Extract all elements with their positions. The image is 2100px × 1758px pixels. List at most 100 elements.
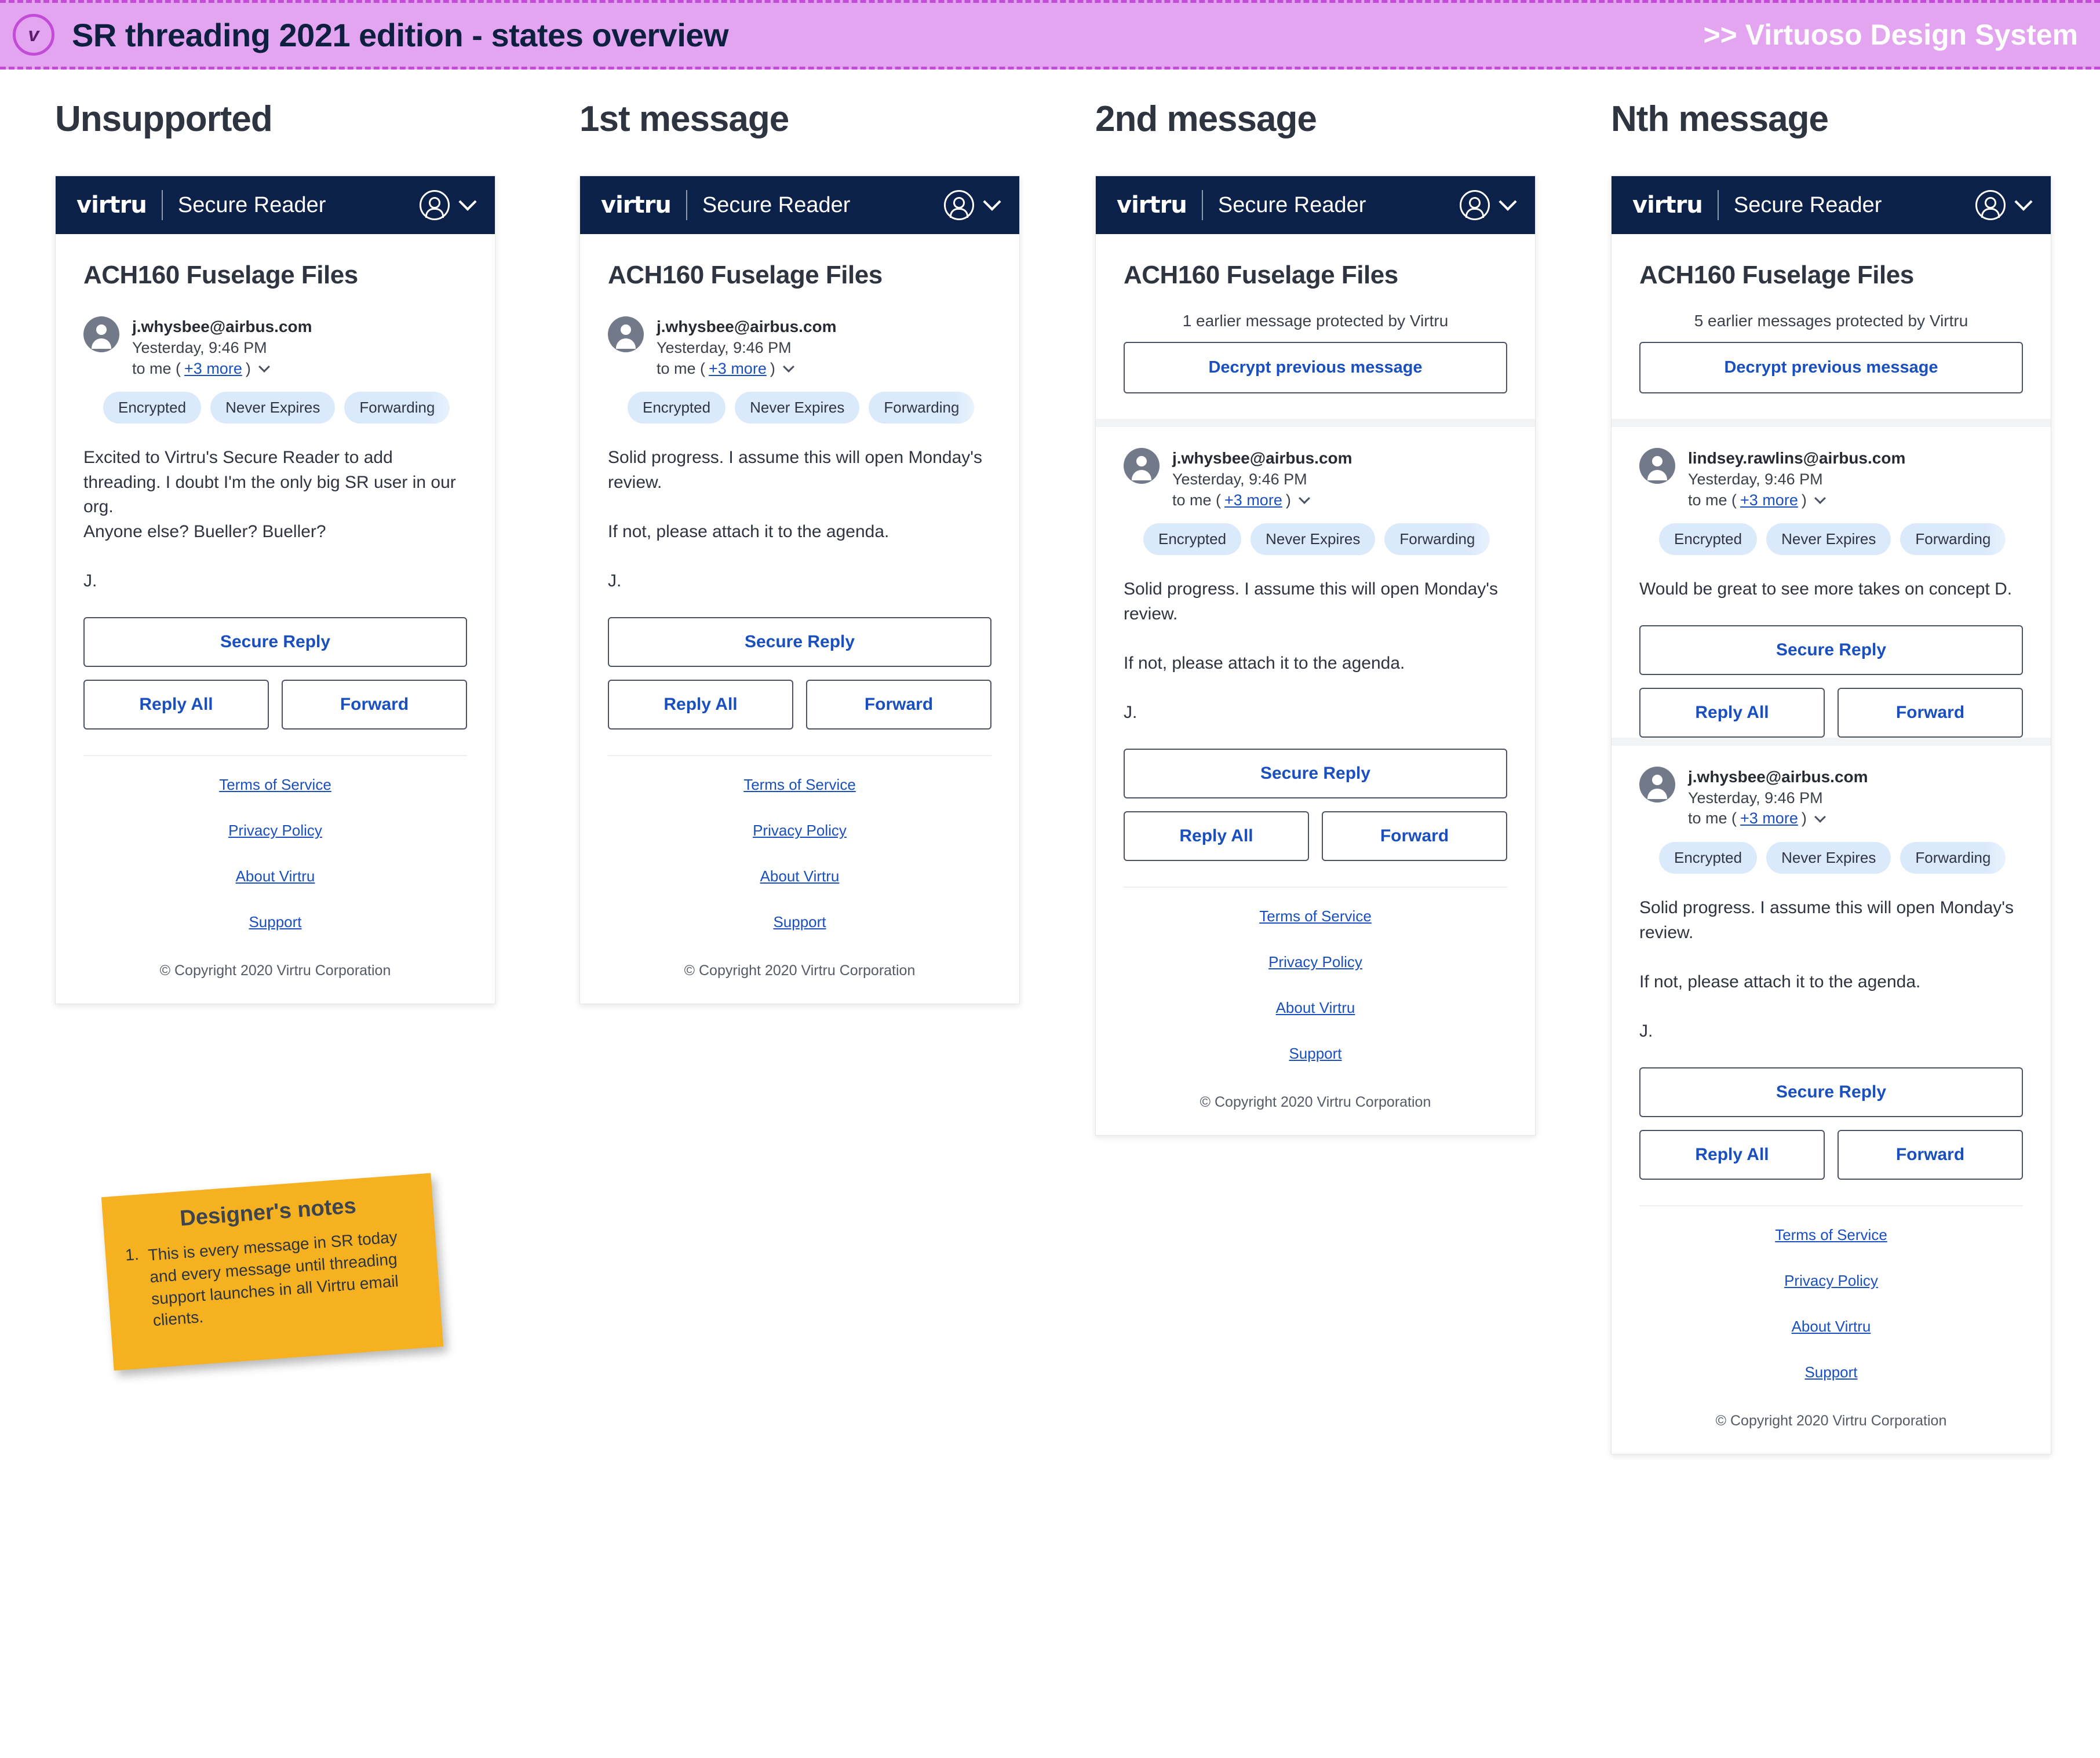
sender-meta: j.whysbee@airbus.com Yesterday, 9:46 PM … [132, 316, 312, 379]
recipients-suffix: ) [1285, 491, 1291, 509]
user-circle-icon[interactable] [420, 190, 450, 220]
forward-button[interactable]: Forward [1322, 811, 1507, 861]
chevron-down-icon[interactable] [458, 192, 477, 211]
sender-email: j.whysbee@airbus.com [1688, 767, 1868, 786]
forward-button[interactable]: Forward [806, 679, 991, 730]
recipients-suffix: ) [1801, 809, 1807, 827]
forward-button[interactable]: Forward [1837, 1129, 2023, 1180]
designers-notes-item: 1. This is every message in SR today and… [125, 1225, 421, 1334]
secure-reader-card: virtru Secure Reader ACH160 Fuselage Fil… [55, 176, 495, 1004]
footer-link[interactable]: Privacy Policy [83, 808, 467, 854]
secure-reader-card: virtru Secure Reader ACH160 Fuselage Fil… [579, 176, 1020, 1004]
navbar-account-group[interactable] [420, 190, 477, 220]
secure-reply-button[interactable]: Secure Reply [1124, 748, 1507, 798]
forward-button[interactable]: Forward [1837, 687, 2023, 738]
footer-link[interactable]: Privacy Policy [608, 808, 991, 854]
more-recipients-link[interactable]: +3 more [709, 359, 767, 380]
message-sender-row: j.whysbee@airbus.com Yesterday, 9:46 PM … [608, 296, 991, 379]
message-timestamp: Yesterday, 9:46 PM [1172, 470, 1307, 488]
chevron-down-icon[interactable] [983, 192, 1001, 211]
footer-link[interactable]: About Virtru [83, 854, 467, 899]
secure-reader-navbar: virtru Secure Reader [1612, 176, 2051, 234]
secure-reply-button[interactable]: Secure Reply [83, 617, 467, 667]
footer-link[interactable]: Terms of Service [1639, 1212, 2023, 1258]
recipients-suffix: ) [245, 359, 251, 377]
reply-all-button[interactable]: Reply All [1639, 687, 1825, 738]
chevron-down-icon[interactable] [782, 361, 794, 373]
recipients-line: to me (+3 more) [132, 359, 312, 380]
footer-link[interactable]: Support [1639, 1349, 2023, 1395]
footer-link[interactable]: Support [1124, 1031, 1507, 1077]
footer-link[interactable]: Privacy Policy [1124, 939, 1507, 985]
chevron-down-icon[interactable] [1298, 493, 1310, 505]
sender-email: j.whysbee@airbus.com [132, 318, 312, 335]
more-recipients-link[interactable]: +3 more [1224, 490, 1282, 511]
decrypt-previous-message-button[interactable]: Decrypt previous message [1639, 342, 2023, 393]
secondary-actions-row: Reply All Forward [1124, 811, 1507, 861]
message-divider [1096, 419, 1535, 427]
message-body: Solid progress. I assume this will open … [1124, 579, 1499, 723]
navbar-account-group[interactable] [1975, 190, 2033, 220]
secure-reply-button[interactable]: Secure Reply [608, 617, 991, 667]
more-recipients-link[interactable]: +3 more [1740, 808, 1798, 829]
footer-link[interactable]: Privacy Policy [1639, 1258, 2023, 1304]
more-recipients-link[interactable]: +3 more [184, 359, 242, 380]
reply-all-button[interactable]: Reply All [608, 679, 793, 730]
navbar-account-group[interactable] [1460, 190, 1517, 220]
reply-all-button[interactable]: Reply All [1124, 811, 1309, 861]
avatar [1639, 766, 1675, 803]
recipients-line: to me (+3 more) [1172, 490, 1352, 511]
chevron-down-icon[interactable] [2014, 192, 2033, 211]
message-sender-row: lindsey.rawlins@airbus.com Yesterday, 9:… [1639, 427, 2023, 510]
decrypt-previous-message-button[interactable]: Decrypt previous message [1124, 342, 1507, 393]
chevron-down-icon[interactable] [1499, 192, 1517, 211]
more-recipients-link[interactable]: +3 more [1740, 490, 1798, 511]
footer-link[interactable]: About Virtru [608, 854, 991, 899]
message-block: j.whysbee@airbus.com Yesterday, 9:46 PM … [1639, 746, 2023, 1180]
recipients-line: to me (+3 more) [657, 359, 837, 380]
avatar [1639, 448, 1675, 484]
message-sender-row: j.whysbee@airbus.com Yesterday, 9:46 PM … [1124, 427, 1507, 510]
reply-all-button[interactable]: Reply All [83, 679, 269, 730]
footer-link[interactable]: Terms of Service [1124, 893, 1507, 939]
secure-reader-navbar: virtru Secure Reader [1096, 176, 1535, 234]
card-body: ACH160 Fuselage Files 5 earlier messages … [1612, 234, 2051, 1454]
secondary-actions-row: Reply All Forward [608, 679, 991, 730]
state-column: 1st message virtru Secure Reader ACH160 … [579, 99, 1043, 1004]
reply-all-button[interactable]: Reply All [1639, 1129, 1825, 1180]
secure-reply-button[interactable]: Secure Reply [1639, 625, 2023, 675]
avatar [1124, 448, 1160, 484]
secondary-actions-row: Reply All Forward [1639, 687, 2023, 738]
chevron-down-icon[interactable] [1814, 493, 1826, 505]
navbar-account-group[interactable] [944, 190, 1001, 220]
user-circle-icon[interactable] [944, 190, 974, 220]
footer-link[interactable]: Terms of Service [83, 762, 467, 808]
footer-link[interactable]: About Virtru [1124, 985, 1507, 1031]
footer-link[interactable]: About Virtru [1639, 1304, 2023, 1349]
chevron-down-icon[interactable] [258, 361, 270, 373]
secure-reply-button[interactable]: Secure Reply [1639, 1067, 2023, 1117]
message-block: lindsey.rawlins@airbus.com Yesterday, 9:… [1639, 427, 2023, 738]
navbar-divider [161, 190, 163, 220]
status-badge: Encrypted [103, 392, 202, 424]
message-badges: Encrypted Never Expires Forwarding [1659, 523, 2039, 556]
message-actions: Secure Reply Reply All Forward [83, 597, 467, 730]
footer-link[interactable]: Terms of Service [608, 762, 991, 808]
user-circle-icon[interactable] [1975, 190, 2006, 220]
user-circle-icon[interactable] [1460, 190, 1490, 220]
message-timestamp: Yesterday, 9:46 PM [657, 338, 792, 356]
status-badge: Never Expires [1766, 523, 1891, 556]
status-badge: Encrypted [628, 392, 726, 424]
email-subject: ACH160 Fuselage Files [1124, 261, 1398, 289]
message-badges: Encrypted Never Expires Forwarding [1143, 523, 1523, 556]
forward-button[interactable]: Forward [282, 679, 467, 730]
chevron-down-icon[interactable] [1814, 811, 1826, 823]
footer-link[interactable]: Support [83, 899, 467, 945]
email-subject: ACH160 Fuselage Files [1639, 261, 1914, 289]
footer-link[interactable]: Support [608, 899, 991, 945]
message-divider [1612, 419, 2051, 427]
banner-left-group: v SR threading 2021 edition - states ove… [0, 14, 729, 56]
navbar-product-name: Secure Reader [1733, 192, 1882, 217]
sender-email: lindsey.rawlins@airbus.com [1688, 449, 1906, 467]
status-badge: Encrypted [1659, 523, 1758, 556]
